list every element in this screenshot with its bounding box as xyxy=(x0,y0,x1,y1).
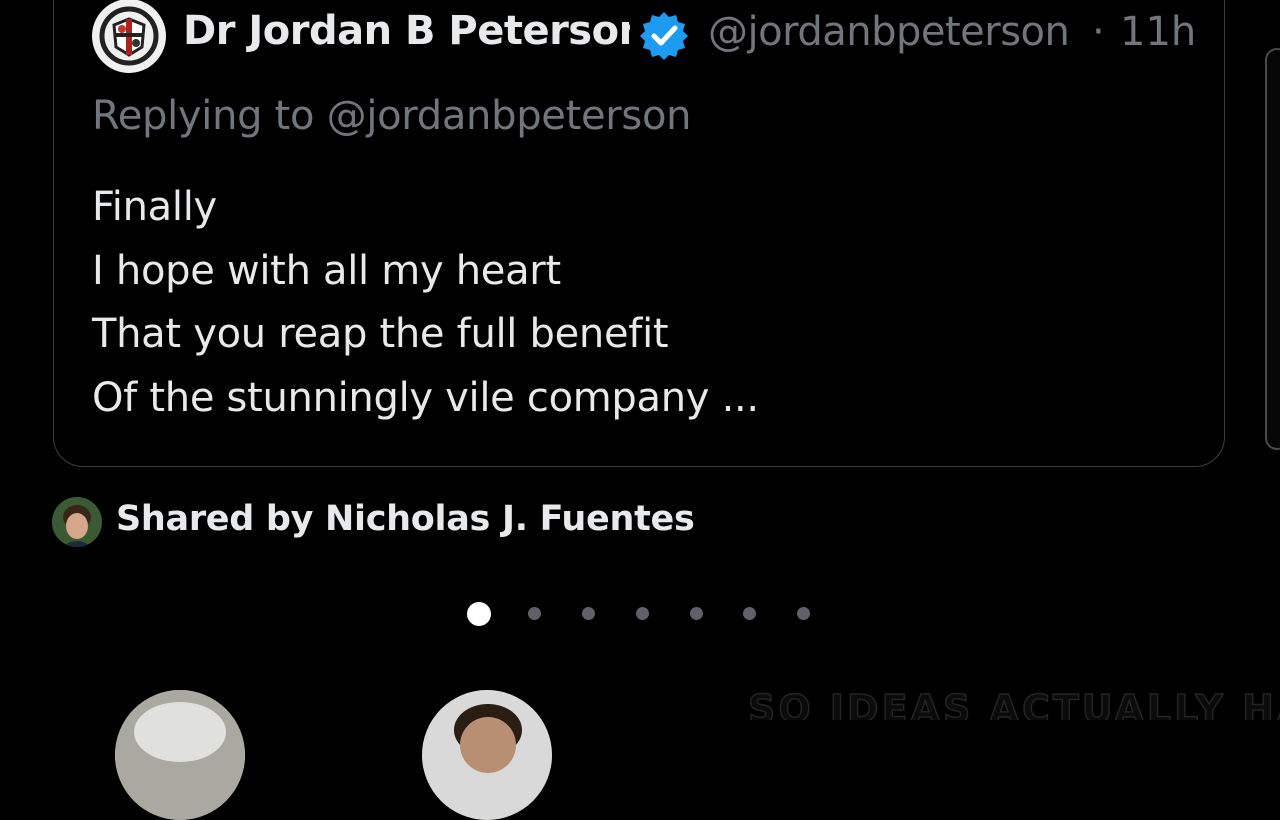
pagination-dot[interactable] xyxy=(582,607,595,620)
pagination-dot[interactable] xyxy=(743,607,756,620)
carousel-pagination[interactable] xyxy=(467,602,813,626)
video-thumbnail-left[interactable] xyxy=(115,690,245,820)
pagination-dot[interactable] xyxy=(528,607,541,620)
video-caption: SO IDEAS ACTUALLY HAVE xyxy=(748,687,1280,720)
shared-by-avatar[interactable] xyxy=(52,497,102,547)
shared-by-label[interactable]: Shared by Nicholas J. Fuentes xyxy=(116,499,695,539)
pagination-dot[interactable] xyxy=(690,607,703,620)
tweet-line: Finally xyxy=(92,184,217,230)
tweet-line: I hope with all my heart xyxy=(92,247,561,294)
author-name[interactable]: Dr Jordan B Peterson xyxy=(183,8,630,54)
verified-badge-icon xyxy=(638,9,690,61)
video-thumbnail-middle[interactable] xyxy=(422,690,552,820)
pagination-dot[interactable] xyxy=(797,607,810,620)
author-avatar[interactable] xyxy=(92,0,166,73)
tweet-text: Finally I hope with all my heart That yo… xyxy=(92,180,759,434)
replying-to-text[interactable]: Replying to @jordanbpeterson xyxy=(92,93,692,139)
tweet-timestamp[interactable]: 11h xyxy=(1120,9,1196,55)
next-card-edge[interactable] xyxy=(1265,48,1280,450)
tweet-line: Of the stunningly vile company ... xyxy=(92,374,759,421)
separator-dot: · xyxy=(1092,9,1105,55)
pagination-dot[interactable] xyxy=(636,607,649,620)
author-handle[interactable]: @jordanbpeterson xyxy=(708,9,1086,55)
pagination-dot-active[interactable] xyxy=(467,602,491,626)
tweet-line: That you reap the full benefit xyxy=(92,311,669,357)
